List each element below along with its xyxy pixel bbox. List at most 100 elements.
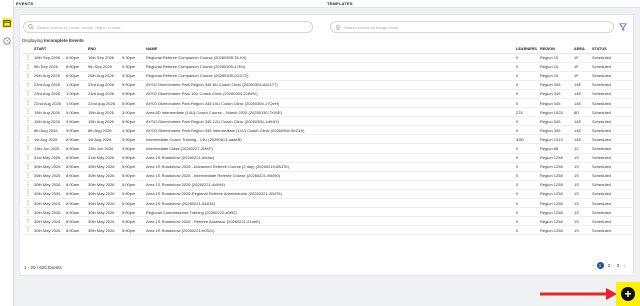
badge-search-box[interactable]	[330, 21, 614, 33]
row-menu-button[interactable]: ⋮	[22, 107, 34, 118]
table-row[interactable]: ⋮ 26th Aug 2026 6:00pm 26th Aug 2026 9:30pm R…	[22, 71, 632, 81]
row-menu-button[interactable]: ⋮	[22, 62, 34, 72]
table-cell: 5:00pm	[122, 225, 146, 236]
row-menu-button[interactable]: ⋮	[22, 71, 34, 81]
row-menu-button[interactable]: ⋮	[22, 53, 34, 63]
table-cell: 3:00pm	[122, 134, 146, 145]
row-menu-button[interactable]: ⋮	[22, 171, 34, 181]
event-search-input[interactable]	[37, 24, 297, 30]
tab-events[interactable]: EVENTS	[16, 1, 33, 6]
table-cell: AYSO Okeechobee Park Region 345 10U Coac…	[146, 98, 516, 109]
row-menu-button[interactable]: ⋮	[22, 198, 34, 209]
table-cell: 15th Aug 2026	[88, 107, 122, 118]
table-row[interactable]: ⋮ 31st May 2026 8:00am 31st May 2026 5:00pm A…	[22, 153, 632, 163]
table-cell: 30th May 2026	[34, 225, 66, 236]
row-menu-button[interactable]: ⋮	[22, 180, 34, 190]
row-menu-button[interactable]: ⋮	[22, 134, 34, 145]
filter-icon[interactable]	[619, 23, 627, 31]
table-row[interactable]: ⋮ 30th May 2026 8:00am 30th May 2026 5:00pm A…	[22, 225, 632, 236]
help-nav-button[interactable]: ?	[2, 36, 12, 46]
table-cell: 14E	[574, 98, 592, 109]
table-row[interactable]: ⋮ 30th May 2026 8:00am 30th May 2026 5:00pm A…	[22, 171, 632, 181]
table-row[interactable]: ⋮ 23rd Aug 2026 1:00pm 23rd Aug 2026 5:00pm A…	[22, 89, 632, 99]
table-cell: 1S	[574, 207, 592, 218]
column-header-8[interactable]: AREA	[574, 45, 592, 54]
row-menu-button[interactable]: ⋮	[22, 98, 34, 109]
table-cell: 0	[516, 216, 540, 227]
column-header-5[interactable]: NAME	[146, 45, 516, 54]
table-row[interactable]: ⋮ 30th May 2026 8:00am 30th May 2026 5:00pm A…	[22, 162, 632, 172]
badge-search-input[interactable]	[344, 24, 598, 30]
row-menu-button[interactable]: ⋮	[22, 153, 34, 163]
page-3-button[interactable]: 3	[615, 262, 622, 269]
table-cell: Scheduled	[592, 71, 632, 81]
table-row[interactable]: ⋮ 23rd Aug 2026 1:00pm 23rd Aug 2026 5:00pm A…	[22, 80, 632, 90]
row-menu-button[interactable]: ⋮	[22, 143, 34, 154]
table-cell: Region 345	[540, 89, 574, 99]
table-row[interactable]: ⋮ 15th Aug 2026 9:00am 15th Aug 2026 5:00pm A…	[22, 116, 632, 127]
table-row[interactable]: ⋮ 13th Jun 2026 8:00am 13th Jun 2026 3:00pm I…	[22, 143, 632, 154]
table-cell: 30th May 2026	[88, 189, 122, 200]
row-menu-button[interactable]: ⋮	[22, 162, 34, 172]
table-cell: 3:00pm	[122, 107, 146, 118]
event-search-box[interactable]	[23, 21, 313, 33]
row-menu-button[interactable]: ⋮	[22, 216, 34, 227]
table-cell: AYSO Okeechobee Park 10U Coach Clinic (2…	[146, 89, 516, 99]
page-2-button[interactable]: 2	[606, 262, 613, 269]
events-nav-button[interactable]	[2, 18, 12, 28]
table-row[interactable]: ⋮ 30th May 2026 8:00am 30th May 2026 5:00pm R…	[22, 207, 632, 218]
table-row[interactable]: ⋮ 1st Aug 2026 8:00am 1st Aug 2026 3:00pm Int…	[22, 134, 632, 145]
next-page-button[interactable]: ›	[624, 263, 626, 268]
add-event-button[interactable]: +	[616, 282, 640, 306]
column-header-6[interactable]: LEARNERS	[516, 45, 540, 54]
table-cell: 8:00am	[66, 162, 88, 172]
table-cell: Region 15	[540, 71, 574, 81]
table-row[interactable]: ⋮ 30th May 2026 8:00am 30th May 2026 5:00pm A…	[22, 198, 632, 209]
table-cell: Region 1258	[540, 153, 574, 163]
row-menu-button[interactable]: ⋮	[22, 89, 34, 99]
table-cell: 8:00am	[66, 180, 88, 190]
table-cell: 4:30pm	[122, 125, 146, 136]
row-menu-button[interactable]: ⋮	[22, 116, 34, 127]
table-cell: 1F	[574, 53, 592, 63]
table-cell: 31st May 2026	[88, 153, 122, 163]
table-row[interactable]: ⋮ 16th Sep 2026 6:00pm 16th Sep 2026 9:30pm R…	[22, 53, 632, 63]
row-menu-button[interactable]: ⋮	[22, 225, 34, 236]
table-row[interactable]: ⋮ 9th Sep 2026 6:00pm 9th Sep 2026 9:30pm Reg…	[22, 62, 632, 72]
table-row[interactable]: ⋮ 30th May 2026 8:00am 30th May 2026 5:00pm A…	[22, 180, 632, 190]
tab-templates[interactable]: TEMPLATES	[327, 1, 353, 6]
page-1-button[interactable]: 1	[596, 262, 604, 269]
add-icon: +	[621, 287, 635, 301]
table-cell: Region 1625	[540, 107, 574, 118]
row-menu-button[interactable]: ⋮	[22, 80, 34, 90]
table-row[interactable]: ⋮ 22nd Aug 2026 1:00pm 22nd Aug 2026 5:00pm A…	[22, 98, 632, 109]
row-menu-button[interactable]: ⋮	[22, 207, 34, 218]
table-cell: Region 1258	[540, 225, 574, 236]
column-header-9[interactable]: STATUS	[592, 45, 632, 54]
table-cell: Region 1258	[540, 207, 574, 218]
table-cell: 5:00pm	[122, 153, 146, 163]
table-cell: 15th Aug 2026	[88, 116, 122, 127]
column-header-1[interactable]: START	[34, 45, 66, 54]
row-menu-button[interactable]: ⋮	[22, 189, 34, 200]
table-cell: Area 8D Intermediate (14U) Coach Course …	[146, 107, 516, 118]
table-cell: Scheduled	[592, 216, 632, 227]
table-row[interactable]: ⋮ 8th Aug 2026 9:00am 8th Aug 2026 4:30pm AYS…	[22, 125, 632, 136]
table-cell: 1S	[574, 162, 592, 172]
table-cell: 1:00pm	[66, 98, 88, 109]
table-cell: 14E	[574, 125, 592, 136]
prev-page-button[interactable]: ‹	[593, 263, 595, 268]
column-header-3[interactable]: END	[88, 45, 122, 54]
table-cell: 1S	[574, 171, 592, 181]
table-cell: 0	[516, 62, 540, 72]
table-cell: 9:00am	[66, 125, 88, 136]
table-row[interactable]: ⋮ 30th May 2026 8:00am 30th May 2026 5:00pm A…	[22, 216, 632, 227]
table-cell: 9:30pm	[122, 53, 146, 63]
column-header-7[interactable]: REGION	[540, 45, 574, 54]
row-menu-button[interactable]: ⋮	[22, 125, 34, 136]
table-cell: 5:00pm	[122, 180, 146, 190]
table-row[interactable]: ⋮ 30th May 2026 8:00am 30th May 2026 5:00pm A…	[22, 189, 632, 200]
table-cell: 6:00pm	[66, 53, 88, 63]
table-row[interactable]: ⋮ 15th Aug 2026 9:00am 15th Aug 2026 3:00pm A…	[22, 107, 632, 118]
table-cell: 23rd Aug 2026	[34, 89, 66, 99]
